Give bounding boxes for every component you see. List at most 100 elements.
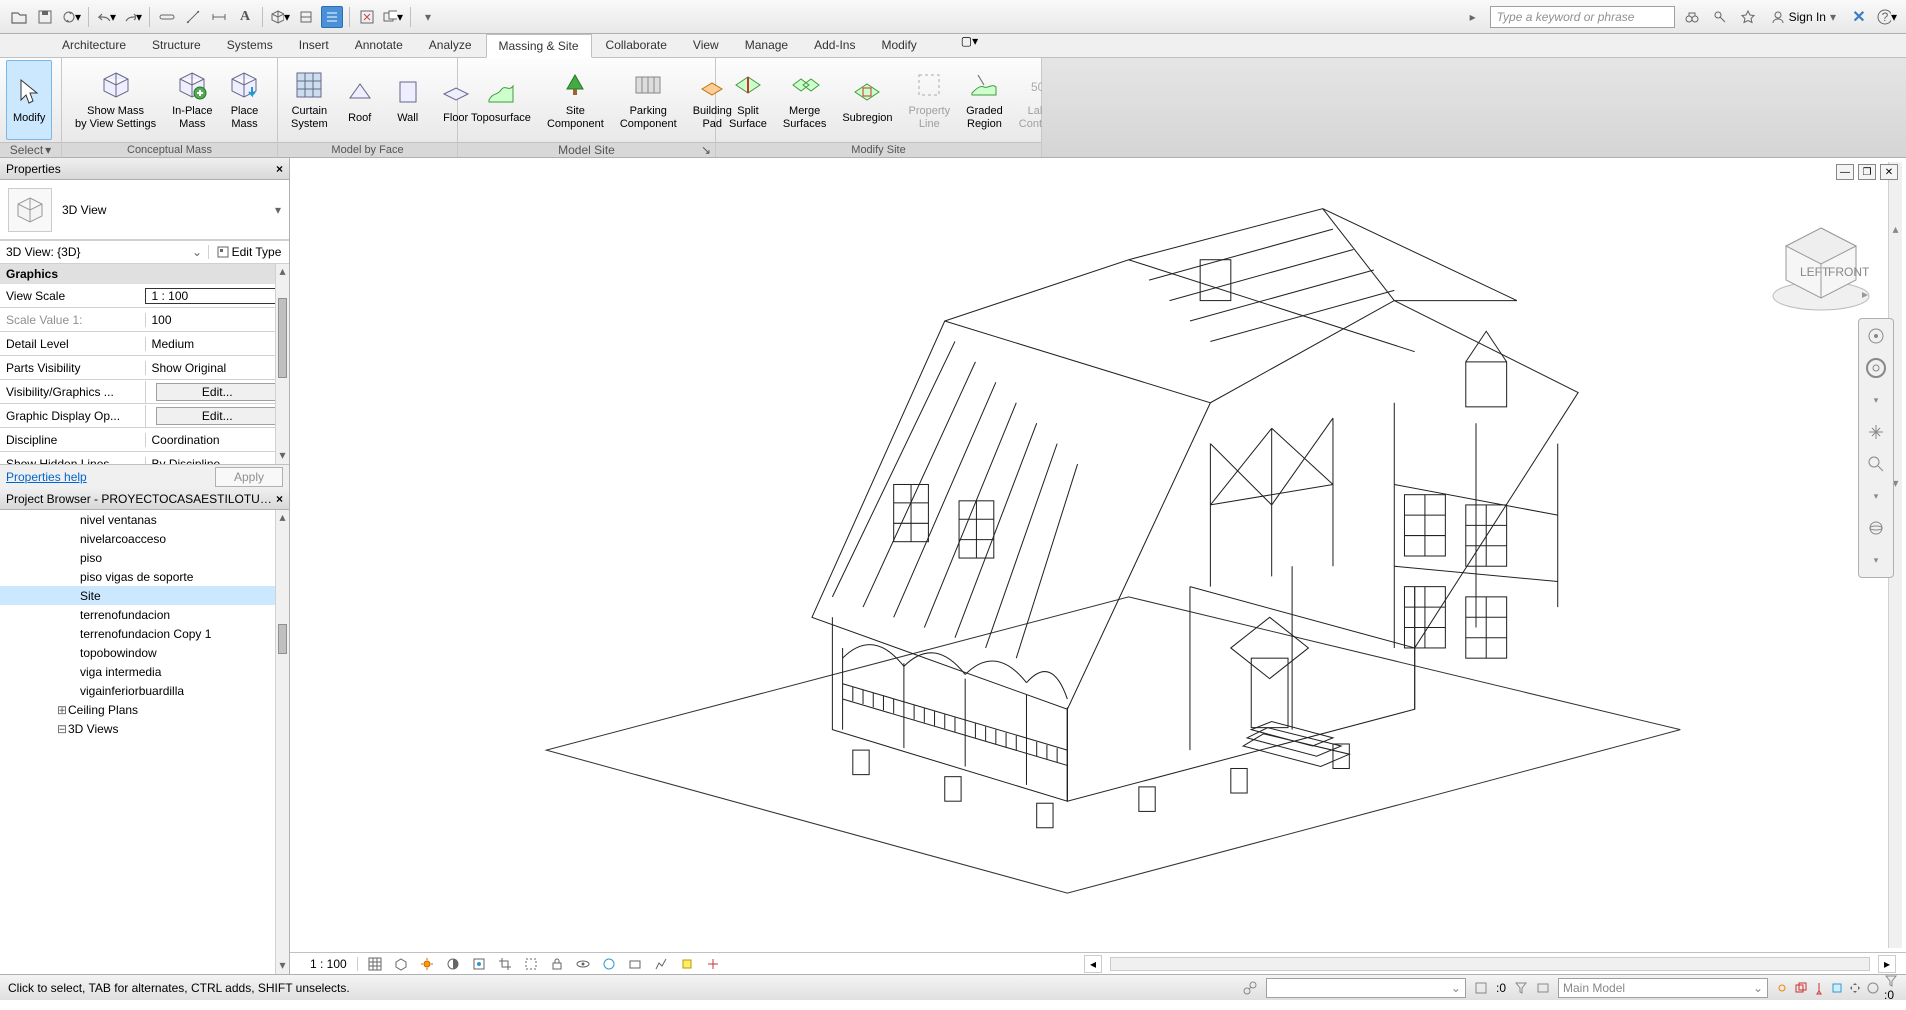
star-icon[interactable] bbox=[1737, 6, 1759, 28]
properties-scrollbar[interactable]: ▴ ▾ bbox=[275, 264, 289, 464]
select-pinned-icon[interactable] bbox=[1812, 981, 1826, 995]
lock-3d-icon[interactable] bbox=[548, 955, 566, 973]
property-row[interactable]: Scale Value 1:100 bbox=[0, 308, 289, 332]
reveal-hidden-icon[interactable] bbox=[600, 955, 618, 973]
tab-systems[interactable]: Systems bbox=[215, 34, 285, 57]
tab-analyze[interactable]: Analyze bbox=[417, 34, 484, 57]
property-row[interactable]: Graphic Display Op...Edit... bbox=[0, 404, 289, 428]
curtain-system-button[interactable]: CurtainSystem bbox=[284, 60, 335, 140]
main-model-combo[interactable]: Main Model⌄ bbox=[1558, 978, 1768, 998]
crop-visible-icon[interactable] bbox=[522, 955, 540, 973]
edit-type-button[interactable]: Edit Type bbox=[209, 245, 289, 259]
search-play-icon[interactable]: ▸ bbox=[1462, 6, 1484, 28]
site-component-button[interactable]: SiteComponent bbox=[540, 60, 611, 140]
sync-icon[interactable]: ▾ bbox=[60, 6, 82, 28]
tree-group[interactable]: ⊞ Ceiling Plans bbox=[0, 700, 289, 719]
editable-only-icon[interactable] bbox=[1474, 981, 1488, 995]
window-minimize-icon[interactable]: — bbox=[1836, 164, 1854, 180]
background-icon[interactable] bbox=[1866, 981, 1880, 995]
worksets-icon[interactable] bbox=[626, 955, 644, 973]
show-mass-button[interactable]: Show Massby View Settings bbox=[68, 60, 163, 140]
browser-scrollbar[interactable]: ▴ ▾ bbox=[275, 510, 289, 974]
roof-button[interactable]: Roof bbox=[337, 60, 383, 140]
tab-insert[interactable]: Insert bbox=[287, 34, 341, 57]
merge-surfaces-button[interactable]: MergeSurfaces bbox=[776, 60, 833, 140]
link-icon[interactable] bbox=[156, 6, 178, 28]
graded-region-button[interactable]: GradedRegion bbox=[959, 60, 1010, 140]
properties-type-selector[interactable]: 3D View▾ bbox=[0, 180, 289, 240]
worksharing-icon[interactable] bbox=[1242, 980, 1258, 996]
exchange-icon[interactable]: ✕ bbox=[1848, 6, 1870, 28]
drawing-canvas[interactable]: — ❐ ✕ ▴ ▾ LEFT FRONT ▾ bbox=[290, 158, 1906, 974]
property-row[interactable]: View Scale1 : 100 bbox=[0, 284, 289, 308]
property-row[interactable]: Visibility/Graphics ...Edit... bbox=[0, 380, 289, 404]
hscroll-left-icon[interactable]: ◂ bbox=[1084, 955, 1102, 973]
place-mass-button[interactable]: PlaceMass bbox=[221, 60, 267, 140]
dimension-icon[interactable] bbox=[208, 6, 230, 28]
section-icon[interactable] bbox=[295, 6, 317, 28]
close-window-icon[interactable] bbox=[356, 6, 378, 28]
property-row[interactable]: Parts VisibilityShow Original bbox=[0, 356, 289, 380]
nav-zoom-icon[interactable] bbox=[1863, 451, 1889, 477]
nav-full-icon[interactable] bbox=[1863, 323, 1889, 349]
design-options-icon[interactable] bbox=[1536, 981, 1550, 995]
tree-item[interactable]: vigainferiorbuardilla bbox=[0, 681, 289, 700]
tab-collaborate[interactable]: Collaborate bbox=[594, 34, 679, 57]
browser-close-icon[interactable]: × bbox=[276, 492, 283, 506]
detail-level-icon[interactable] bbox=[366, 955, 384, 973]
workset-combo[interactable]: ⌄ bbox=[1266, 978, 1466, 998]
help-icon[interactable]: ?▾ bbox=[1876, 6, 1898, 28]
properties-close-icon[interactable]: × bbox=[276, 162, 283, 176]
view-scale-display[interactable]: 1 : 100 bbox=[300, 957, 358, 971]
undo-icon[interactable]: ▾ bbox=[95, 6, 117, 28]
filter-icon[interactable]: :0 bbox=[1884, 974, 1898, 1002]
canvas-hscrollbar[interactable] bbox=[1110, 957, 1870, 971]
tree-item[interactable]: piso vigas de soporte bbox=[0, 567, 289, 586]
search-input[interactable]: Type a keyword or phrase bbox=[1490, 6, 1675, 28]
nav-orbit-icon[interactable] bbox=[1863, 515, 1889, 541]
property-row[interactable]: DisciplineCoordination bbox=[0, 428, 289, 452]
crop-icon[interactable] bbox=[496, 955, 514, 973]
tree-item[interactable]: topobowindow bbox=[0, 643, 289, 662]
inplace-mass-button[interactable]: In-PlaceMass bbox=[165, 60, 219, 140]
window-maximize-icon[interactable]: ❐ bbox=[1858, 164, 1876, 180]
highlight-icon[interactable] bbox=[678, 955, 696, 973]
tree-group[interactable]: ⊟ 3D Views bbox=[0, 719, 289, 738]
edit-button[interactable]: Edit... bbox=[156, 383, 280, 401]
modify-button[interactable]: Modify bbox=[6, 60, 52, 140]
panel-expand-icon[interactable]: ↘ bbox=[701, 143, 711, 157]
tab-structure[interactable]: Structure bbox=[140, 34, 213, 57]
properties-help-link[interactable]: Properties help bbox=[6, 470, 87, 484]
temp-hide-icon[interactable] bbox=[574, 955, 592, 973]
tab-addins[interactable]: Add-Ins bbox=[802, 34, 867, 57]
tab-manage[interactable]: Manage bbox=[733, 34, 800, 57]
nav-wheel-icon[interactable] bbox=[1863, 355, 1889, 381]
analytical-icon[interactable] bbox=[652, 955, 670, 973]
redo-icon[interactable]: ▾ bbox=[121, 6, 143, 28]
tree-item[interactable]: viga intermedia bbox=[0, 662, 289, 681]
apply-button[interactable]: Apply bbox=[215, 467, 283, 487]
tab-massing-site[interactable]: Massing & Site bbox=[486, 34, 592, 58]
save-icon[interactable] bbox=[34, 6, 56, 28]
keys-icon[interactable] bbox=[1709, 6, 1731, 28]
nav-pan-icon[interactable] bbox=[1863, 419, 1889, 445]
properties-section-graphics[interactable]: Graphics⌃ bbox=[0, 264, 289, 284]
tab-architecture[interactable]: Architecture bbox=[50, 34, 138, 57]
sun-path-icon[interactable] bbox=[418, 955, 436, 973]
binoculars-icon[interactable] bbox=[1681, 6, 1703, 28]
edit-button[interactable]: Edit... bbox=[156, 407, 280, 425]
tree-item[interactable]: terrenofundacion Copy 1 bbox=[0, 624, 289, 643]
property-row[interactable]: Detail LevelMedium bbox=[0, 332, 289, 356]
parking-component-button[interactable]: ParkingComponent bbox=[613, 60, 684, 140]
drag-icon[interactable] bbox=[1848, 981, 1862, 995]
wall-button[interactable]: Wall bbox=[385, 60, 431, 140]
tab-annotate[interactable]: Annotate bbox=[343, 34, 415, 57]
ribbon-collapse-icon[interactable]: ▢▾ bbox=[961, 34, 978, 57]
rendering-icon[interactable] bbox=[470, 955, 488, 973]
thin-lines-icon[interactable] bbox=[321, 6, 343, 28]
split-surface-button[interactable]: SplitSurface bbox=[722, 60, 774, 140]
property-row[interactable]: Show Hidden LinesBy Discipline bbox=[0, 452, 289, 464]
measure-icon[interactable] bbox=[182, 6, 204, 28]
tab-view[interactable]: View bbox=[681, 34, 731, 57]
visual-style-icon[interactable] bbox=[392, 955, 410, 973]
